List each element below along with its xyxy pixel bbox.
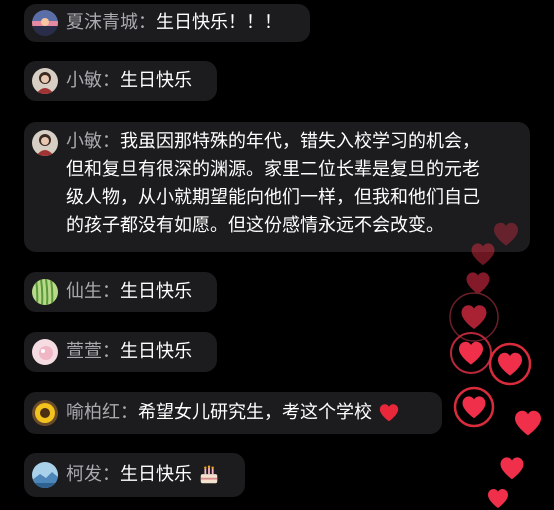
comment-text: 级人物，从小就期望能向他们一样，但我和他们自己 <box>66 187 480 208</box>
comment-author[interactable]: 柯发： <box>66 461 120 489</box>
comment-text: 希望女儿研究生，考这个学校 <box>138 402 372 423</box>
heart-icon <box>488 489 508 508</box>
comment-text: 生日快乐！！！ <box>156 12 282 33</box>
heart-icon <box>466 272 490 295</box>
comment-text: 的孩子都没有如愿。但这份感情永远不会改变。 <box>66 215 444 236</box>
comment-bubble: 柯发： 生日快乐 <box>24 453 245 497</box>
comment-text: 生日快乐 <box>120 70 192 91</box>
comment-author[interactable]: 喻柏红： <box>66 399 138 427</box>
sunset-avatar-icon[interactable] <box>32 10 58 36</box>
person-avatar-icon[interactable] <box>32 68 58 94</box>
comment-bubble: 萱萱： 生日快乐 <box>24 332 217 372</box>
comment-author[interactable]: 小敏： <box>66 131 120 152</box>
heart-icon <box>500 457 524 480</box>
comment-text: 但和复旦有很深的渊源。家里二位长辈是复旦的元老 <box>66 159 480 180</box>
heart-emoji-icon <box>378 402 400 424</box>
comment-author[interactable]: 夏沫青城： <box>66 9 156 37</box>
comment-bubble: 小敏：我虽因那特殊的年代，错失入校学习的机会， 但和复旦有很深的渊源。家里二位长… <box>24 122 530 252</box>
comment-bubble: 仙生： 生日快乐 <box>24 272 217 312</box>
comment-author[interactable]: 萱萱： <box>66 338 120 366</box>
comment-line: 小敏：我虽因那特殊的年代，错失入校学习的机会， <box>66 128 518 156</box>
birthday-cake-emoji-icon <box>198 464 220 486</box>
comment-author[interactable]: 小敏： <box>66 67 120 95</box>
comment-bubble: 夏沫青城： 生日快乐！！！ <box>24 4 310 42</box>
comment-text: 生日快乐 <box>120 281 192 302</box>
sunflower-avatar-icon[interactable] <box>32 400 58 426</box>
comment-bubble: 喻柏红： 希望女儿研究生，考这个学校 <box>24 392 442 434</box>
heart-ring-icon <box>453 386 495 428</box>
comment-bubble: 小敏： 生日快乐 <box>24 61 217 101</box>
pink-avatar-icon[interactable] <box>32 339 58 365</box>
heart-ring-icon <box>449 292 499 342</box>
heart-ring-icon <box>450 332 492 374</box>
willow-avatar-icon[interactable] <box>32 279 58 305</box>
comment-author[interactable]: 仙生： <box>66 278 120 306</box>
heart-ring-icon <box>488 342 532 386</box>
person-avatar-icon[interactable] <box>32 130 58 156</box>
comment-text: 生日快乐 <box>120 464 192 485</box>
comment-text: 我虽因那特殊的年代，错失入校学习的机会， <box>120 131 480 152</box>
heart-icon <box>515 410 541 436</box>
landscape-avatar-icon[interactable] <box>32 462 58 488</box>
comment-text: 生日快乐 <box>120 341 192 362</box>
